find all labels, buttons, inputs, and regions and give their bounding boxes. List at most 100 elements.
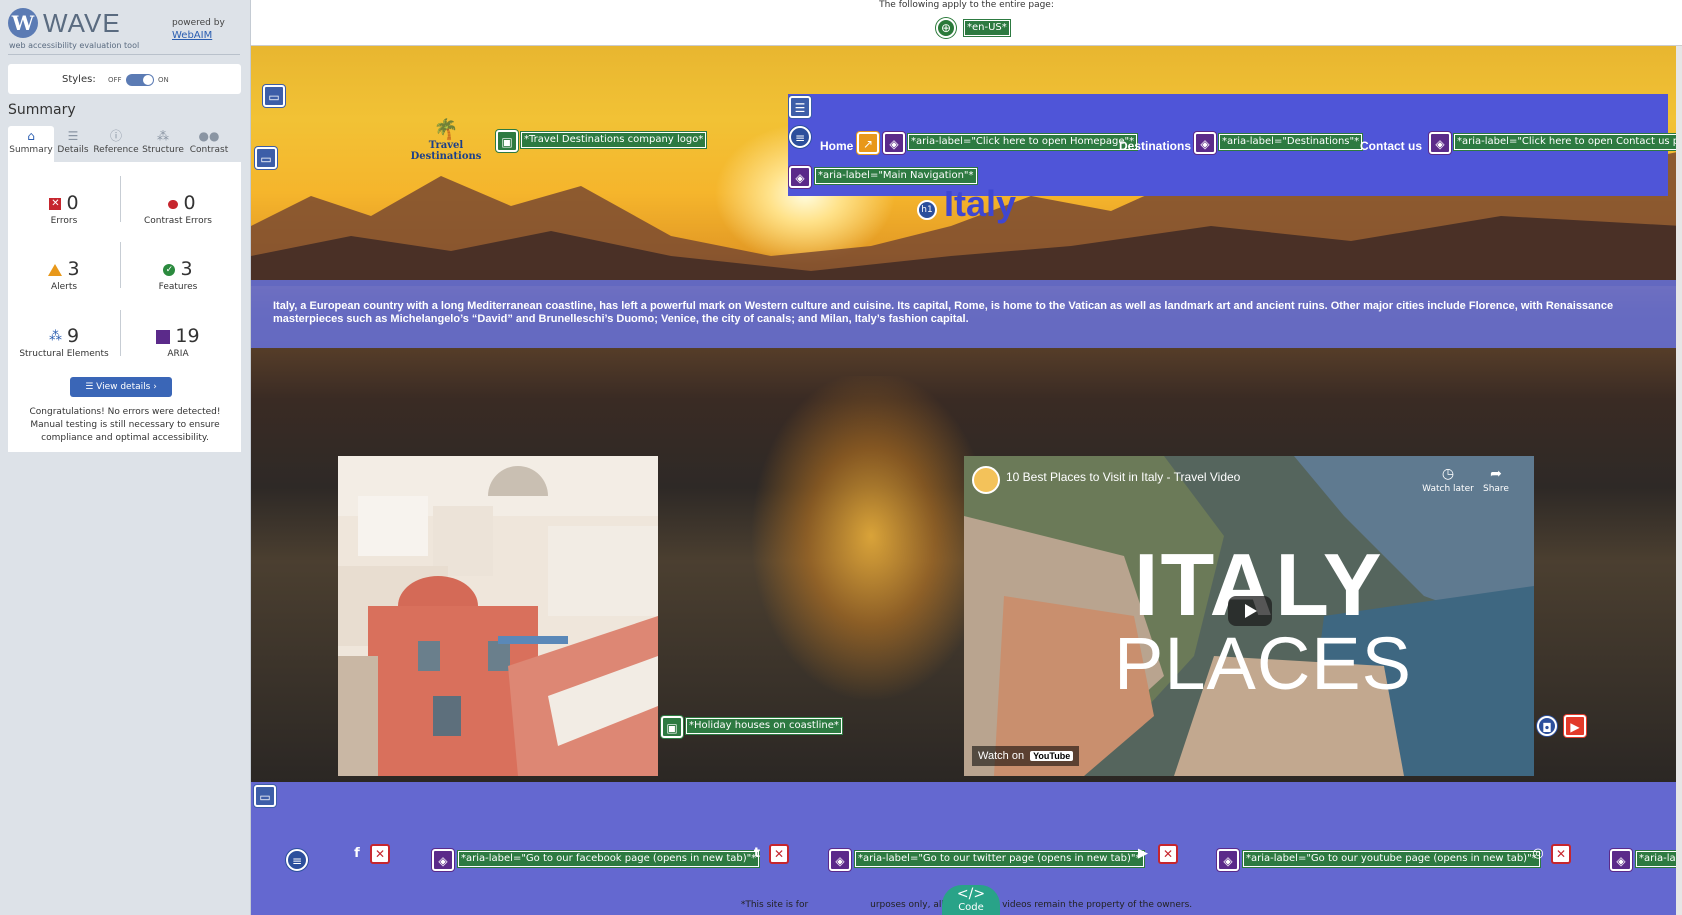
errors-count: 0	[66, 192, 79, 214]
list-icon[interactable]: ≡	[789, 126, 811, 148]
page-level-bar: The following apply to the entire page: …	[251, 0, 1682, 46]
footer-region-icon[interactable]: ▭	[254, 785, 276, 807]
empty-link-error-icon[interactable]: ✕	[769, 844, 789, 864]
home-aria-label: *aria-label="Click here to open Homepage…	[908, 134, 1138, 150]
features-count: 3	[180, 258, 193, 280]
tab-label: Summary	[9, 145, 53, 155]
code-label: Code	[958, 902, 984, 913]
footer-note-right: urposes only, all images and videos rema…	[870, 900, 1193, 910]
list-icon[interactable]: ≡	[286, 849, 308, 871]
header-region-icon[interactable]: ▭	[263, 85, 285, 107]
nav-link-home[interactable]: Home	[820, 139, 853, 153]
region-icon[interactable]: ▭	[255, 147, 277, 169]
stat-errors[interactable]: ✕ 0 Errors	[8, 190, 120, 226]
nav-link-destinations[interactable]: Destinations	[1119, 139, 1191, 153]
share-label: Share	[1483, 484, 1509, 494]
empty-link-error-icon[interactable]: ✕	[370, 844, 390, 864]
aria-label: ARIA	[167, 349, 189, 359]
tab-reference[interactable]: ⓘ Reference	[93, 126, 139, 162]
view-details-button[interactable]: ☰ View details ›	[70, 377, 172, 397]
destinations-aria-label: *aria-label="Destinations"*	[1219, 134, 1363, 150]
aria-tag-icon[interactable]: ◈	[829, 849, 851, 871]
photo-alt-label: *Holiday houses on coastline*	[686, 718, 842, 734]
nav-link-contact[interactable]: Contact us	[1360, 139, 1422, 153]
footer-note-left: *This site is for	[740, 900, 809, 910]
alert-icon	[48, 263, 63, 276]
twitter-icon[interactable]: t	[748, 845, 766, 863]
facebook-icon[interactable]: f	[348, 845, 366, 863]
instagram-icon[interactable]: ◎	[1529, 845, 1547, 863]
heading-level-icon[interactable]: h1	[917, 200, 937, 220]
tab-details[interactable]: ☰ Details	[50, 126, 96, 162]
youtube-aria-label: *aria-label="Go to our youtube page (ope…	[1243, 851, 1540, 867]
stat-aria[interactable]: 19 ARIA	[122, 323, 234, 359]
contrast-errors-label: Contrast Errors	[144, 216, 212, 226]
stat-alerts[interactable]: 3 Alerts	[8, 256, 120, 292]
intro-band: Italy, a European country with a long Me…	[251, 280, 1682, 348]
styles-toggle-box: Styles: OFF ON	[8, 64, 241, 94]
stat-contrast-errors[interactable]: 0 Contrast Errors	[122, 190, 234, 226]
wave-tabs: ⌂ Summary ☰ Details ⓘ Reference ⁂ Struct…	[8, 126, 241, 162]
stat-structural[interactable]: ⁂ 9 Structural Elements	[8, 323, 120, 359]
watch-on-label: Watch on	[978, 750, 1025, 762]
facebook-aria-label: *aria-label="Go to our facebook page (op…	[458, 851, 760, 867]
main-navigation: ☰ ≡ Home ↗ ◈ *aria-label="Click here to …	[788, 94, 1682, 196]
aria-tag-icon[interactable]: ◈	[789, 166, 811, 188]
video-overlay-text-2: PLACES	[1114, 622, 1413, 705]
media-feature-icon[interactable]: ◘	[1537, 716, 1557, 736]
tab-label: Reference	[93, 145, 139, 155]
site-logo[interactable]: 🌴 Travel Destinations	[396, 118, 496, 164]
nav-region-icon[interactable]: ☰	[789, 96, 811, 118]
scrollbar[interactable]	[1676, 46, 1682, 915]
error-icon: ✕	[49, 197, 62, 210]
tab-structure[interactable]: ⁂ Structure	[140, 126, 186, 162]
logo-alt-label: *Travel Destinations company logo*	[521, 132, 707, 148]
aria-tag-icon[interactable]: ◈	[1429, 132, 1451, 154]
summary-heading: Summary	[8, 102, 76, 118]
wave-subtitle: web accessibility evaluation tool	[9, 41, 140, 50]
view-details-label: View details ›	[96, 382, 157, 392]
tab-summary[interactable]: ⌂ Summary	[8, 126, 54, 162]
language-globe-icon[interactable]: ⊕	[936, 18, 956, 38]
feature-icon: ✓	[163, 263, 176, 276]
contrast-errors-count: 0	[183, 192, 196, 214]
empty-link-error-icon[interactable]: ✕	[1158, 844, 1178, 864]
aria-tag-icon[interactable]: ◈	[1610, 849, 1632, 871]
embedded-youtube-video[interactable]: 10 Best Places to Visit in Italy - Trave…	[964, 456, 1534, 776]
aria-count: 19	[175, 325, 200, 347]
play-icon	[1245, 604, 1257, 618]
redundant-link-alert-icon[interactable]: ↗	[857, 132, 879, 154]
aria-tag-icon[interactable]: ◈	[1217, 849, 1239, 871]
list-icon: ☰	[67, 129, 79, 143]
tab-contrast[interactable]: ●● Contrast	[186, 126, 232, 162]
play-button[interactable]	[1228, 596, 1272, 626]
aria-tag-icon[interactable]: ◈	[432, 849, 454, 871]
youtube-alert-icon[interactable]: ▶	[1564, 715, 1586, 737]
alt-text-icon[interactable]: ▣	[496, 130, 518, 152]
alt-text-icon[interactable]: ▣	[661, 716, 683, 738]
alerts-label: Alerts	[50, 282, 78, 292]
share-button[interactable]: ➦ Share	[1470, 466, 1522, 494]
evaluated-page: The following apply to the entire page: …	[251, 0, 1682, 915]
styles-toggle[interactable]	[126, 74, 154, 86]
channel-avatar[interactable]	[972, 466, 1000, 494]
empty-link-error-icon[interactable]: ✕	[1551, 844, 1571, 864]
stat-divider	[120, 310, 121, 356]
aria-icon	[156, 329, 171, 344]
youtube-logo: YouTube	[1030, 751, 1074, 761]
watch-later-button[interactable]: ◷ Watch later	[1422, 466, 1474, 494]
code-icon: </>	[956, 886, 986, 902]
watch-on-youtube-link[interactable]: Watch on YouTube	[972, 746, 1080, 766]
aria-tag-icon[interactable]: ◈	[883, 132, 905, 154]
structure-icon: ⁂	[157, 129, 169, 143]
aria-tag-icon[interactable]: ◈	[1194, 132, 1216, 154]
wave-title: WAVE	[43, 8, 121, 38]
youtube-icon[interactable]: ▶	[1134, 845, 1152, 863]
features-label: Features	[158, 282, 198, 292]
intro-paragraph: Italy, a European country with a long Me…	[273, 300, 1614, 325]
code-toggle-button[interactable]: </> Code	[942, 885, 1000, 915]
stat-features[interactable]: ✓ 3 Features	[122, 256, 234, 292]
video-title[interactable]: 10 Best Places to Visit in Italy - Trave…	[1006, 470, 1240, 484]
clock-icon: ◷	[1441, 466, 1455, 482]
webaim-link[interactable]: WebAIM	[172, 30, 212, 41]
